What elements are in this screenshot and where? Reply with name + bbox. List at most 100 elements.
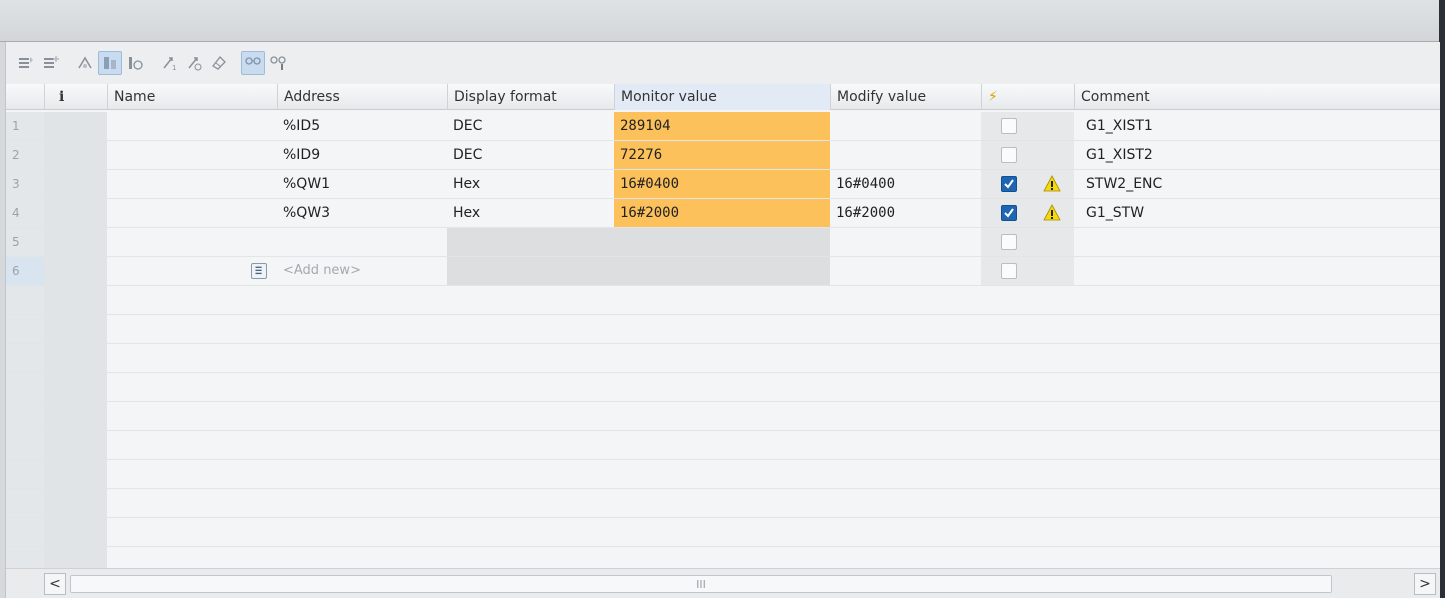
display-format-cell[interactable]: Hex — [447, 199, 614, 227]
horizontal-scrollbar[interactable]: < III > — [6, 568, 1440, 598]
table-row[interactable] — [6, 431, 1440, 460]
modify-value-column-header[interactable]: Modify value — [830, 84, 981, 110]
enable-peripheral-icon[interactable] — [207, 51, 231, 75]
row-number[interactable]: 2 — [6, 141, 44, 169]
row-number[interactable] — [6, 402, 44, 430]
modify-checkbox[interactable] — [1001, 263, 1017, 279]
display-format-cell[interactable]: DEC — [447, 141, 614, 169]
modify-checkbox[interactable] — [1001, 176, 1017, 192]
display-format-cell[interactable] — [447, 228, 614, 256]
modify-checkbox[interactable] — [1001, 147, 1017, 163]
name-column-header[interactable]: Name — [107, 84, 277, 110]
name-cell[interactable] — [107, 141, 277, 169]
comment-cell[interactable]: G1_XIST2 — [1080, 141, 1440, 169]
modify-flag-cell — [981, 112, 1074, 140]
monitor-value-column-header[interactable]: Monitor value — [614, 84, 830, 110]
name-cell[interactable] — [107, 228, 277, 256]
table-row[interactable] — [6, 460, 1440, 489]
table-row[interactable] — [6, 373, 1440, 402]
table-row[interactable] — [6, 344, 1440, 373]
address-cell[interactable]: %ID5 — [277, 112, 447, 140]
modify-value-cell[interactable] — [830, 112, 981, 140]
modify-value-cell[interactable]: 16#0400 — [830, 170, 981, 198]
insert-row-icon[interactable] — [14, 51, 38, 75]
row-number[interactable] — [6, 518, 44, 546]
row-number[interactable] — [6, 344, 44, 372]
comment-cell[interactable] — [1080, 228, 1440, 256]
info-cell — [44, 344, 107, 372]
scroll-right-button[interactable]: > — [1414, 573, 1436, 595]
row-number[interactable] — [6, 489, 44, 517]
table-row[interactable]: 3 %QW1 Hex 16#0400 16#0400 STW2_ENC — [6, 170, 1440, 199]
watch-table: i Name Address Display format Monitor va… — [6, 84, 1440, 598]
display-format-cell[interactable]: Hex — [447, 170, 614, 198]
row-number[interactable] — [6, 286, 44, 314]
table-row[interactable]: 2 %ID9 DEC 72276 G1_XIST2 — [6, 141, 1440, 170]
comment-cell[interactable]: G1_STW — [1080, 199, 1440, 227]
table-row[interactable] — [6, 402, 1440, 431]
info-cell — [44, 460, 107, 488]
comment-cell[interactable]: G1_XIST1 — [1080, 112, 1440, 140]
watch-table-panel: 1 i Name Address Display format Monitor … — [5, 42, 1440, 598]
warning-icon — [1043, 204, 1061, 221]
row-number[interactable] — [6, 460, 44, 488]
modify-checkbox[interactable] — [1001, 205, 1017, 221]
table-row[interactable]: 5 — [6, 228, 1440, 257]
address-cell[interactable] — [277, 228, 447, 256]
display-format-column-header[interactable]: Display format — [447, 84, 614, 110]
row-number[interactable]: 6 — [6, 257, 44, 285]
modify-flag-column-header[interactable]: ⚡ — [981, 84, 1074, 110]
address-cell[interactable]: %QW1 — [277, 170, 447, 198]
address-cell[interactable]: %QW3 — [277, 199, 447, 227]
monitor-now-icon[interactable] — [123, 51, 147, 75]
modify-value-cell[interactable]: 16#2000 — [830, 199, 981, 227]
svg-text:1: 1 — [172, 64, 176, 72]
modify-now-icon[interactable]: 1 — [157, 51, 181, 75]
row-number[interactable]: 5 — [6, 228, 44, 256]
comment-cell[interactable] — [1080, 257, 1440, 285]
modify-trigger-icon[interactable] — [182, 51, 206, 75]
modify-value-cell[interactable] — [830, 141, 981, 169]
modify-checkbox[interactable] — [1001, 118, 1017, 134]
refresh-icon[interactable] — [73, 51, 97, 75]
monitor-all-icon[interactable] — [98, 51, 122, 75]
row-number[interactable] — [6, 373, 44, 401]
row-number[interactable] — [6, 315, 44, 343]
row-number[interactable]: 3 — [6, 170, 44, 198]
table-row[interactable] — [6, 315, 1440, 344]
modify-checkbox[interactable] — [1001, 234, 1017, 250]
row-number[interactable]: 1 — [6, 112, 44, 140]
modify-value-cell[interactable] — [830, 257, 981, 285]
table-row[interactable]: 4 %QW3 Hex 16#2000 16#2000 G1_STW — [6, 199, 1440, 228]
display-format-cell[interactable]: DEC — [447, 112, 614, 140]
table-row[interactable]: 1 %ID5 DEC 289104 G1_XIST1 — [6, 112, 1440, 141]
info-column-header[interactable]: i — [44, 84, 107, 110]
comment-column-header[interactable]: Comment — [1074, 84, 1440, 110]
scrollbar-thumb[interactable]: III — [70, 575, 1332, 593]
table-row[interactable]: 6 <Add new> — [6, 257, 1440, 286]
row-number[interactable]: 4 — [6, 199, 44, 227]
row-number[interactable] — [6, 431, 44, 459]
address-cell[interactable]: %ID9 — [277, 141, 447, 169]
monitor-value-cell: 72276 — [614, 141, 830, 169]
show-hide-columns-icon[interactable] — [241, 51, 265, 75]
table-row[interactable] — [6, 489, 1440, 518]
modify-value-cell[interactable] — [830, 228, 981, 256]
table-row[interactable] — [6, 286, 1440, 315]
name-cell[interactable] — [107, 112, 277, 140]
address-column-header[interactable]: Address — [277, 84, 447, 110]
add-row-icon[interactable] — [39, 51, 63, 75]
scroll-left-button[interactable]: < — [44, 573, 66, 595]
table-row[interactable] — [6, 518, 1440, 547]
info-cell — [44, 228, 107, 256]
name-cell[interactable] — [107, 199, 277, 227]
monitor-value-cell: 16#2000 — [614, 199, 830, 227]
add-new-list-icon[interactable] — [251, 263, 267, 279]
display-format-cell[interactable] — [447, 257, 614, 285]
info-cell — [44, 315, 107, 343]
info-cell — [44, 373, 107, 401]
name-cell[interactable] — [107, 170, 277, 198]
show-all-icon[interactable] — [266, 51, 290, 75]
add-new-placeholder[interactable]: <Add new> — [277, 257, 447, 285]
comment-cell[interactable]: STW2_ENC — [1080, 170, 1440, 198]
